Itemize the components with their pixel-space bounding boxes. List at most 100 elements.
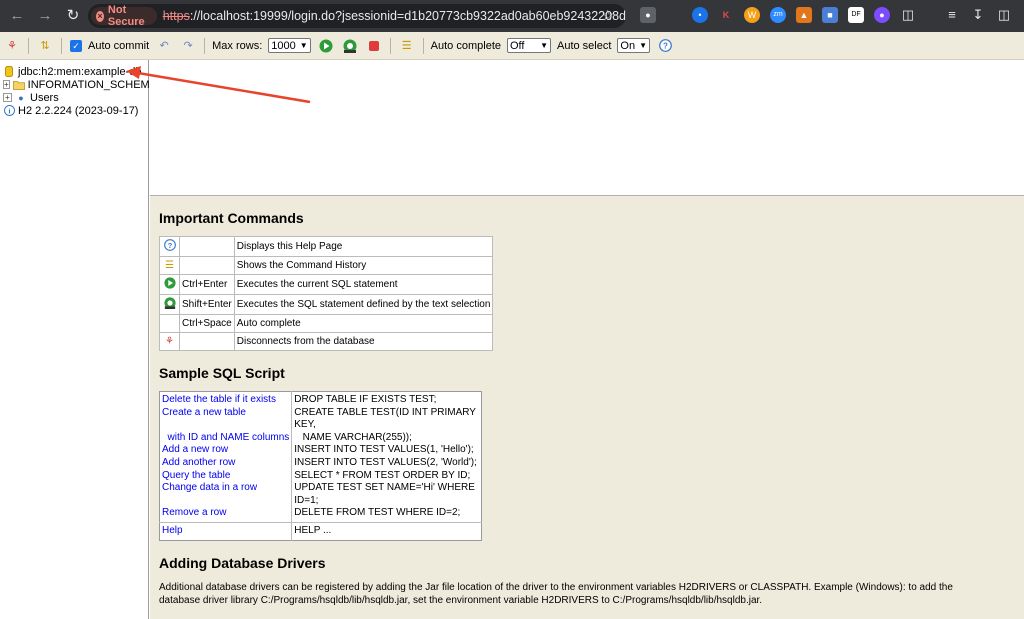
sample-sql: SELECT * FROM TEST ORDER BY ID; <box>294 469 471 481</box>
svg-text:?: ? <box>167 241 172 250</box>
reading-list-icon[interactable]: ≡ <box>944 7 960 23</box>
empty-cell <box>159 314 180 333</box>
sample-link-help[interactable]: Help <box>159 521 293 541</box>
sample-link-query[interactable]: Query the table <box>159 469 293 483</box>
url-scheme: https <box>162 9 190 23</box>
table-row: Ctrl+Space Auto complete <box>159 314 494 333</box>
sample-link-remove[interactable]: Remove a row <box>159 507 293 523</box>
run-icon <box>159 274 180 295</box>
command-desc: Executes the SQL statement defined by th… <box>233 294 494 315</box>
stop-icon[interactable] <box>366 38 382 54</box>
sample-sql: CREATE TABLE TEST(ID INT PRIMARY KEY, <box>294 406 476 431</box>
table-row: Ctrl+Enter Executes the current SQL stat… <box>159 274 494 295</box>
command-desc: Disconnects from the database <box>233 332 494 351</box>
tree-item-version: i H2 2.2.224 (2023-09-17) <box>3 104 145 117</box>
security-label: Not Secure <box>107 4 145 28</box>
important-commands-heading: Important Commands <box>159 210 304 226</box>
reload-icon[interactable]: ↻ <box>62 5 84 27</box>
command-keys: Ctrl+Enter <box>179 274 235 295</box>
divider <box>61 37 62 54</box>
run-icon[interactable] <box>318 38 334 54</box>
table-row: ⚘ Disconnects from the database <box>159 332 494 351</box>
expand-icon[interactable]: + <box>3 80 10 89</box>
chevron-down-icon: ▼ <box>299 41 308 50</box>
sample-link-drop[interactable]: Delete the table if it exists <box>159 391 293 407</box>
auto-select-label: Auto select <box>557 39 612 52</box>
auto-complete-select[interactable]: Off ▼ <box>507 38 551 53</box>
sample-link-change[interactable]: Change data in a row <box>159 482 293 508</box>
sql-editor[interactable] <box>150 60 1024 196</box>
sample-sql: NAME VARCHAR(255)); <box>294 431 412 443</box>
auto-commit-checkbox[interactable]: ✓ <box>70 39 82 52</box>
sample-link-add[interactable]: Add a new row <box>159 444 293 457</box>
help-panel: Important Commands ? Displays this Help … <box>150 196 1024 619</box>
command-keys: Shift+Enter <box>179 294 235 315</box>
sample-link-create-cont[interactable]: with ID and NAME columns <box>159 431 293 445</box>
extension-icon[interactable]: K <box>718 7 734 23</box>
info-icon: i <box>3 105 15 117</box>
tree-item-connection[interactable]: jdbc:h2:mem:example-db <box>3 65 145 78</box>
url-text[interactable]: https://localhost:19999/login.do?jsessio… <box>163 9 626 23</box>
sample-sql: INSERT INTO TEST VALUES(1, 'Hello'); <box>294 444 474 456</box>
object-tree: jdbc:h2:mem:example-db + INFORMATION_SCH… <box>0 60 157 619</box>
command-keys: Ctrl+Space <box>179 314 235 333</box>
side-panel-icon[interactable]: ◫ <box>996 7 1012 23</box>
help-icon[interactable]: ? <box>657 38 673 54</box>
back-icon[interactable]: ← <box>6 5 28 27</box>
h2-toolbar: ⚘ ⇅ ✓ Auto commit ↶ ↷ Max rows: 1000 ▼ ☰ … <box>0 32 1024 60</box>
command-desc: Displays this Help Page <box>233 236 494 257</box>
chevron-down-icon: ▼ <box>540 41 548 50</box>
commit-icon[interactable]: ↷ <box>180 38 196 54</box>
rollback-icon[interactable]: ↶ <box>156 38 172 54</box>
expand-icon[interactable]: + <box>3 93 12 102</box>
sample-link-add-another[interactable]: Add another row <box>159 456 293 470</box>
auto-select-value: On <box>620 39 636 52</box>
auto-select-select[interactable]: On ▼ <box>617 38 651 53</box>
extension-icon[interactable]: ● <box>874 7 890 23</box>
profile-icon[interactable]: ● <box>640 7 656 23</box>
commands-table: ? Displays this Help Page ☰ Shows the Co… <box>159 236 494 351</box>
table-row: ☰ Shows the Command History <box>159 256 494 275</box>
sample-sql-table: Delete the table if it exists DROP TABLE… <box>159 391 483 541</box>
table-row: Query the table SELECT * FROM TEST ORDER… <box>159 469 482 483</box>
sample-sql: UPDATE TEST SET NAME='Hi' WHERE ID=1; <box>294 482 475 506</box>
refresh-icon[interactable]: ⇅ <box>37 38 53 54</box>
extension-icon[interactable]: W <box>744 7 760 23</box>
command-desc: Executes the current SQL statement <box>233 274 494 295</box>
table-row: Add another row INSERT INTO TEST VALUES(… <box>159 456 482 470</box>
disconnect-icon: ⚘ <box>159 332 180 351</box>
command-keys <box>179 236 235 257</box>
tree-item-users[interactable]: + ● Users <box>3 91 145 104</box>
folder-icon <box>12 79 25 91</box>
extension-icon[interactable]: DF <box>848 7 864 23</box>
drivers-paragraph: Additional database drivers can be regis… <box>159 581 953 606</box>
history-icon[interactable]: ☰ <box>399 38 415 54</box>
tree-item-information-schema[interactable]: + INFORMATION_SCHEMA <box>3 78 157 91</box>
forward-icon[interactable]: → <box>34 5 56 27</box>
command-keys <box>179 332 235 351</box>
address-bar[interactable]: × Not Secure https://localhost:19999/log… <box>88 4 626 28</box>
run-selected-icon[interactable] <box>342 38 358 54</box>
divider <box>422 37 424 54</box>
extension-icon[interactable]: zm <box>770 7 786 23</box>
sample-sql: INSERT INTO TEST VALUES(2, 'World'); <box>294 456 477 468</box>
download-icon[interactable]: ↧ <box>970 7 986 23</box>
extension-icon[interactable]: • <box>692 7 708 23</box>
chevron-down-icon: ▼ <box>639 41 648 50</box>
security-badge[interactable]: × Not Secure <box>91 4 157 28</box>
extensions-puzzle-icon[interactable]: ◫ <box>900 7 916 23</box>
auto-commit-label: Auto commit <box>88 39 150 52</box>
table-row: Delete the table if it exists DROP TABLE… <box>159 391 482 407</box>
extension-icon[interactable]: ■ <box>822 7 838 23</box>
command-keys <box>179 256 235 275</box>
table-row: Shift+Enter Executes the SQL statement d… <box>159 294 494 315</box>
bookmark-star-icon[interactable]: ☆ <box>601 7 614 24</box>
table-row: Help HELP ... <box>159 521 482 541</box>
max-rows-value: 1000 <box>271 39 296 52</box>
disconnect-icon[interactable]: ⚘ <box>4 38 20 54</box>
max-rows-select[interactable]: 1000 ▼ <box>268 38 311 53</box>
extension-icon[interactable]: ▲ <box>796 7 812 23</box>
help-icon: ? <box>159 236 180 257</box>
auto-complete-label: Auto complete <box>430 39 501 52</box>
sample-link-create[interactable]: Create a new table <box>159 406 293 432</box>
